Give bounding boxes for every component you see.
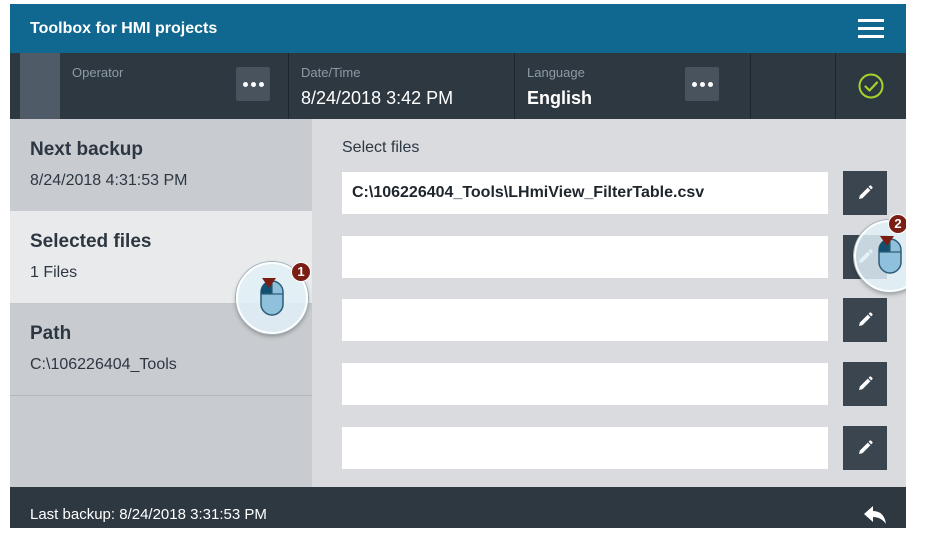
datetime-label: Date/Time: [301, 65, 361, 80]
pencil-icon: [859, 312, 873, 326]
accept-button[interactable]: [836, 53, 906, 119]
language-field: Language English: [527, 53, 677, 119]
sidebar-item-subtitle: 8/24/2018 4:31:53 PM: [30, 172, 188, 189]
file-field-2[interactable]: [342, 236, 828, 278]
file-field-4[interactable]: [342, 363, 828, 405]
step-badge-2: 2: [888, 214, 906, 234]
language-value: English: [527, 88, 593, 108]
pencil-icon: [859, 185, 873, 199]
pencil-icon: [859, 440, 873, 454]
footer-bar: Last backup: 8/24/2018 3:31:53 PM: [10, 487, 906, 528]
last-backup-text: Last backup: 8/24/2018 3:31:53 PM: [30, 506, 267, 523]
app-title: Toolbox for HMI projects: [30, 20, 218, 37]
sidebar-item-next-backup[interactable]: Next backup 8/24/2018 4:31:53 PM: [10, 119, 312, 212]
title-bar: Toolbox for HMI projects: [10, 4, 906, 53]
sidebar-item-subtitle: C:\106226404_Tools: [30, 356, 177, 373]
sidebar-item-title: Selected files: [30, 231, 152, 252]
file-field-1[interactable]: C:\106226404_Tools\LHmiView_FilterTable.…: [342, 172, 828, 214]
sidebar-item-title: Next backup: [30, 139, 143, 160]
edit-file-button-4[interactable]: [843, 362, 887, 406]
edit-file-button-3[interactable]: [843, 298, 887, 342]
hmi-screen: Toolbox for HMI projects Operator Date/T…: [10, 4, 906, 528]
mouse-click-icon: [260, 278, 284, 316]
select-files-heading: Select files: [342, 139, 420, 156]
language-label: Language: [527, 65, 585, 80]
status-divider: [288, 53, 289, 119]
mouse-click-icon: [878, 236, 902, 274]
operator-field: Operator: [72, 53, 252, 119]
check-circle-icon: [858, 73, 884, 99]
file-field-3[interactable]: [342, 299, 828, 341]
operator-label: Operator: [72, 65, 124, 80]
pencil-icon: [859, 376, 873, 390]
datetime-field: Date/Time 8/24/2018 3:42 PM: [301, 53, 521, 119]
status-divider: [514, 53, 515, 119]
edit-file-button-1[interactable]: [843, 171, 887, 215]
datetime-value: 8/24/2018 3:42 PM: [301, 88, 454, 108]
operator-more-button[interactable]: [236, 67, 270, 101]
edit-file-button-5[interactable]: [843, 426, 887, 470]
status-bar: Operator Date/Time 8/24/2018 3:42 PM Lan…: [10, 53, 906, 119]
sidebar-item-title: Path: [30, 323, 72, 344]
hamburger-menu-icon[interactable]: [858, 19, 884, 39]
step-badge-1: 1: [291, 262, 311, 282]
sidebar-item-subtitle: 1 Files: [30, 264, 78, 281]
status-indicator: [20, 53, 60, 119]
file-field-5[interactable]: [342, 427, 828, 469]
status-divider: [750, 53, 751, 119]
return-arrow-icon[interactable]: [862, 504, 890, 526]
select-files-panel: Select files C:\106226404_Tools\LHmiView…: [312, 119, 906, 487]
language-more-button[interactable]: [685, 67, 719, 101]
